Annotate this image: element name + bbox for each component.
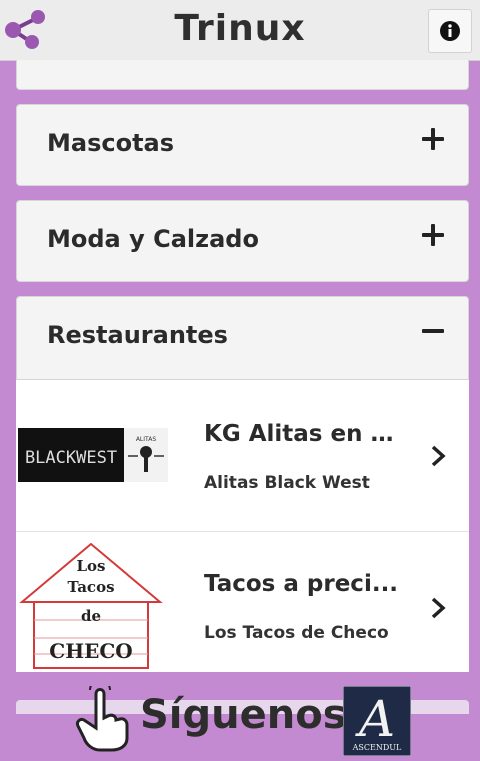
los-tacos-de-checo-logo: Los Tacos de CHECO <box>19 542 163 669</box>
category-label: Mascotas <box>47 129 175 157</box>
expand-plus-icon[interactable] <box>422 223 446 247</box>
svg-text:Los: Los <box>77 557 106 575</box>
item-title: Tacos a preci... <box>204 571 399 597</box>
brand-logo[interactable]: A ASCENDUL <box>343 686 411 756</box>
app-header: Trinux <box>0 0 480 61</box>
svg-text:Tacos: Tacos <box>67 578 114 596</box>
svg-text:ALITAS: ALITAS <box>136 436 157 443</box>
list-item-alitas[interactable]: BLACKWEST ALITAS KG Alitas en $... Alita… <box>16 380 469 532</box>
info-button[interactable] <box>428 9 472 53</box>
follow-us-label: Síguenos <box>140 692 347 738</box>
info-icon <box>440 21 460 41</box>
category-label: Restaurantes <box>47 321 228 349</box>
collapse-minus-icon[interactable] <box>422 319 446 343</box>
chevron-right-icon[interactable] <box>429 444 447 468</box>
list-item-tacos[interactable]: Los Tacos de CHECO Tacos a preci... Los … <box>16 532 469 684</box>
category-moda-y-calzado[interactable]: Moda y Calzado <box>16 200 469 282</box>
svg-text:A: A <box>355 690 395 748</box>
category-card-partial[interactable] <box>16 60 469 90</box>
svg-text:de: de <box>81 607 101 625</box>
tap-hand-icon <box>76 686 129 752</box>
follow-us-banner[interactable]: Síguenos A ASCENDUL <box>0 672 480 761</box>
svg-text:ASCENDUL: ASCENDUL <box>352 743 402 752</box>
app-title: Trinux <box>174 8 306 49</box>
category-label: Moda y Calzado <box>47 225 259 253</box>
item-subtitle: Alitas Black West <box>204 473 370 493</box>
black-west-logo: BLACKWEST ALITAS <box>18 428 168 482</box>
svg-text:BLACKWEST: BLACKWEST <box>25 448 117 468</box>
category-mascotas[interactable]: Mascotas <box>16 104 469 186</box>
item-title: KG Alitas en $... <box>204 421 399 447</box>
expand-plus-icon[interactable] <box>422 127 446 151</box>
chevron-right-icon[interactable] <box>429 596 447 620</box>
item-subtitle: Los Tacos de Checo <box>204 623 389 643</box>
category-restaurantes[interactable]: Restaurantes <box>16 296 469 380</box>
svg-text:CHECO: CHECO <box>49 639 132 663</box>
